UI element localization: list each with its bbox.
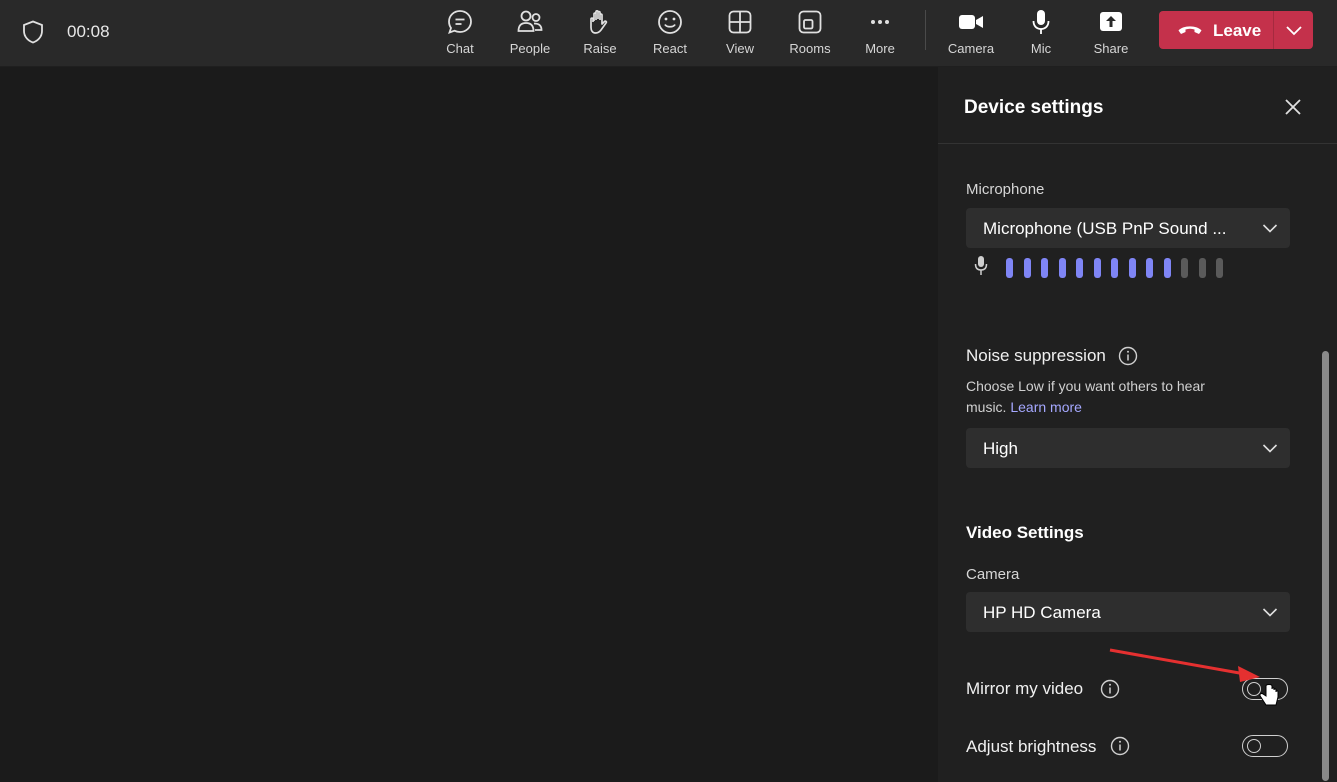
info-icon[interactable] — [1100, 679, 1120, 699]
mic-level-bar — [1076, 258, 1083, 278]
hang-up-icon — [1178, 26, 1202, 34]
noise-description-text: Choose Low if you want others to hear mu… — [966, 378, 1205, 415]
leave-button-group: Leave — [1159, 11, 1313, 49]
mic-level-bar — [1128, 258, 1136, 278]
share-icon — [1100, 12, 1122, 31]
camera-button[interactable]: Camera — [936, 6, 1006, 62]
info-icon[interactable] — [1110, 736, 1130, 756]
raise-hand-icon — [590, 10, 608, 34]
device-settings-panel: Device settings Microphone Microphone (U… — [938, 67, 1337, 782]
rooms-icon — [798, 10, 822, 34]
adjust-brightness-toggle[interactable] — [1242, 735, 1288, 757]
camera-selected: HP HD Camera — [983, 603, 1101, 622]
info-icon[interactable] — [1118, 346, 1138, 366]
people-label: People — [509, 41, 551, 56]
react-label: React — [653, 41, 687, 56]
leave-button[interactable]: Leave — [1159, 11, 1273, 49]
view-label: View — [726, 41, 754, 56]
mic-level-bar — [1198, 258, 1206, 278]
close-icon[interactable] — [1283, 97, 1303, 117]
video-settings-heading: Video Settings — [966, 523, 1084, 542]
rooms-button[interactable]: Rooms — [775, 6, 845, 62]
raise-hand-button[interactable]: Raise — [565, 6, 635, 62]
share-label: Share — [1093, 41, 1129, 56]
meeting-stage — [0, 67, 938, 782]
mic-level-bar — [1181, 258, 1188, 278]
toolbar-divider — [925, 10, 926, 50]
noise-suppression-select[interactable]: High — [966, 428, 1290, 468]
mic-level-bar — [1163, 258, 1171, 278]
mic-level-bar — [1023, 258, 1031, 278]
toggle-knob — [1247, 739, 1261, 753]
shield-icon[interactable] — [22, 20, 44, 44]
leave-options-button[interactable] — [1274, 11, 1313, 49]
toggle-knob — [1247, 682, 1261, 696]
view-button[interactable]: View — [705, 6, 775, 62]
mic-level-icon — [974, 256, 988, 275]
panel-scrollbar[interactable] — [1322, 351, 1329, 781]
more-label: More — [865, 41, 895, 56]
react-icon — [658, 10, 682, 34]
microphone-select[interactable]: Microphone (USB PnP Sound ... — [966, 208, 1290, 248]
chat-button[interactable]: Chat — [425, 6, 495, 62]
more-icon — [871, 20, 889, 24]
mic-level-meter — [1006, 258, 1234, 278]
microphone-label: Microphone — [966, 181, 1045, 198]
microphone-selected: Microphone (USB PnP Sound ... — [983, 219, 1227, 238]
mic-level-bar — [1216, 258, 1223, 278]
chevron-down-icon — [1262, 444, 1278, 453]
camera-icon — [959, 15, 983, 29]
chat-label: Chat — [446, 41, 474, 56]
mic-level-bar — [1111, 258, 1118, 278]
mirror-video-label: Mirror my video — [966, 679, 1084, 698]
mic-level-bar — [1146, 258, 1153, 278]
chevron-down-icon — [1286, 26, 1302, 36]
meeting-toolbar: 00:08 Chat People Raise React View Rooms… — [0, 0, 1337, 67]
people-icon — [517, 10, 543, 32]
learn-more-link[interactable]: Learn more — [1010, 399, 1082, 415]
noise-suppression-heading: Noise suppression — [966, 346, 1106, 365]
chevron-down-icon — [1262, 608, 1278, 617]
share-button[interactable]: Share — [1076, 6, 1146, 62]
rooms-label: Rooms — [789, 41, 831, 56]
people-button[interactable]: People — [495, 6, 565, 62]
raise-label: Raise — [583, 41, 617, 56]
mic-button[interactable]: Mic — [1006, 6, 1076, 62]
mic-level-bar — [1006, 258, 1013, 278]
mic-level-bar — [1093, 258, 1101, 278]
mirror-video-toggle[interactable] — [1242, 678, 1288, 700]
mic-level-bar — [1041, 258, 1048, 278]
more-button[interactable]: More — [845, 6, 915, 62]
chevron-down-icon — [1262, 224, 1278, 233]
panel-header: Device settings — [938, 67, 1337, 144]
meeting-timer: 00:08 — [67, 22, 110, 41]
camera-label: Camera — [947, 41, 995, 56]
react-button[interactable]: React — [635, 6, 705, 62]
mic-label: Mic — [1030, 41, 1052, 56]
view-icon — [728, 10, 752, 34]
chat-icon — [448, 10, 472, 34]
adjust-brightness-label: Adjust brightness — [966, 737, 1097, 756]
mic-icon — [1032, 10, 1050, 34]
mic-level-bar — [1058, 258, 1066, 278]
camera-select[interactable]: HP HD Camera — [966, 592, 1290, 632]
leave-label: Leave — [1213, 21, 1262, 40]
noise-suppression-description: Choose Low if you want others to hear mu… — [966, 376, 1236, 418]
noise-selected: High — [983, 439, 1018, 458]
panel-title: Device settings — [964, 97, 1104, 118]
camera-label: Camera — [966, 566, 1020, 583]
